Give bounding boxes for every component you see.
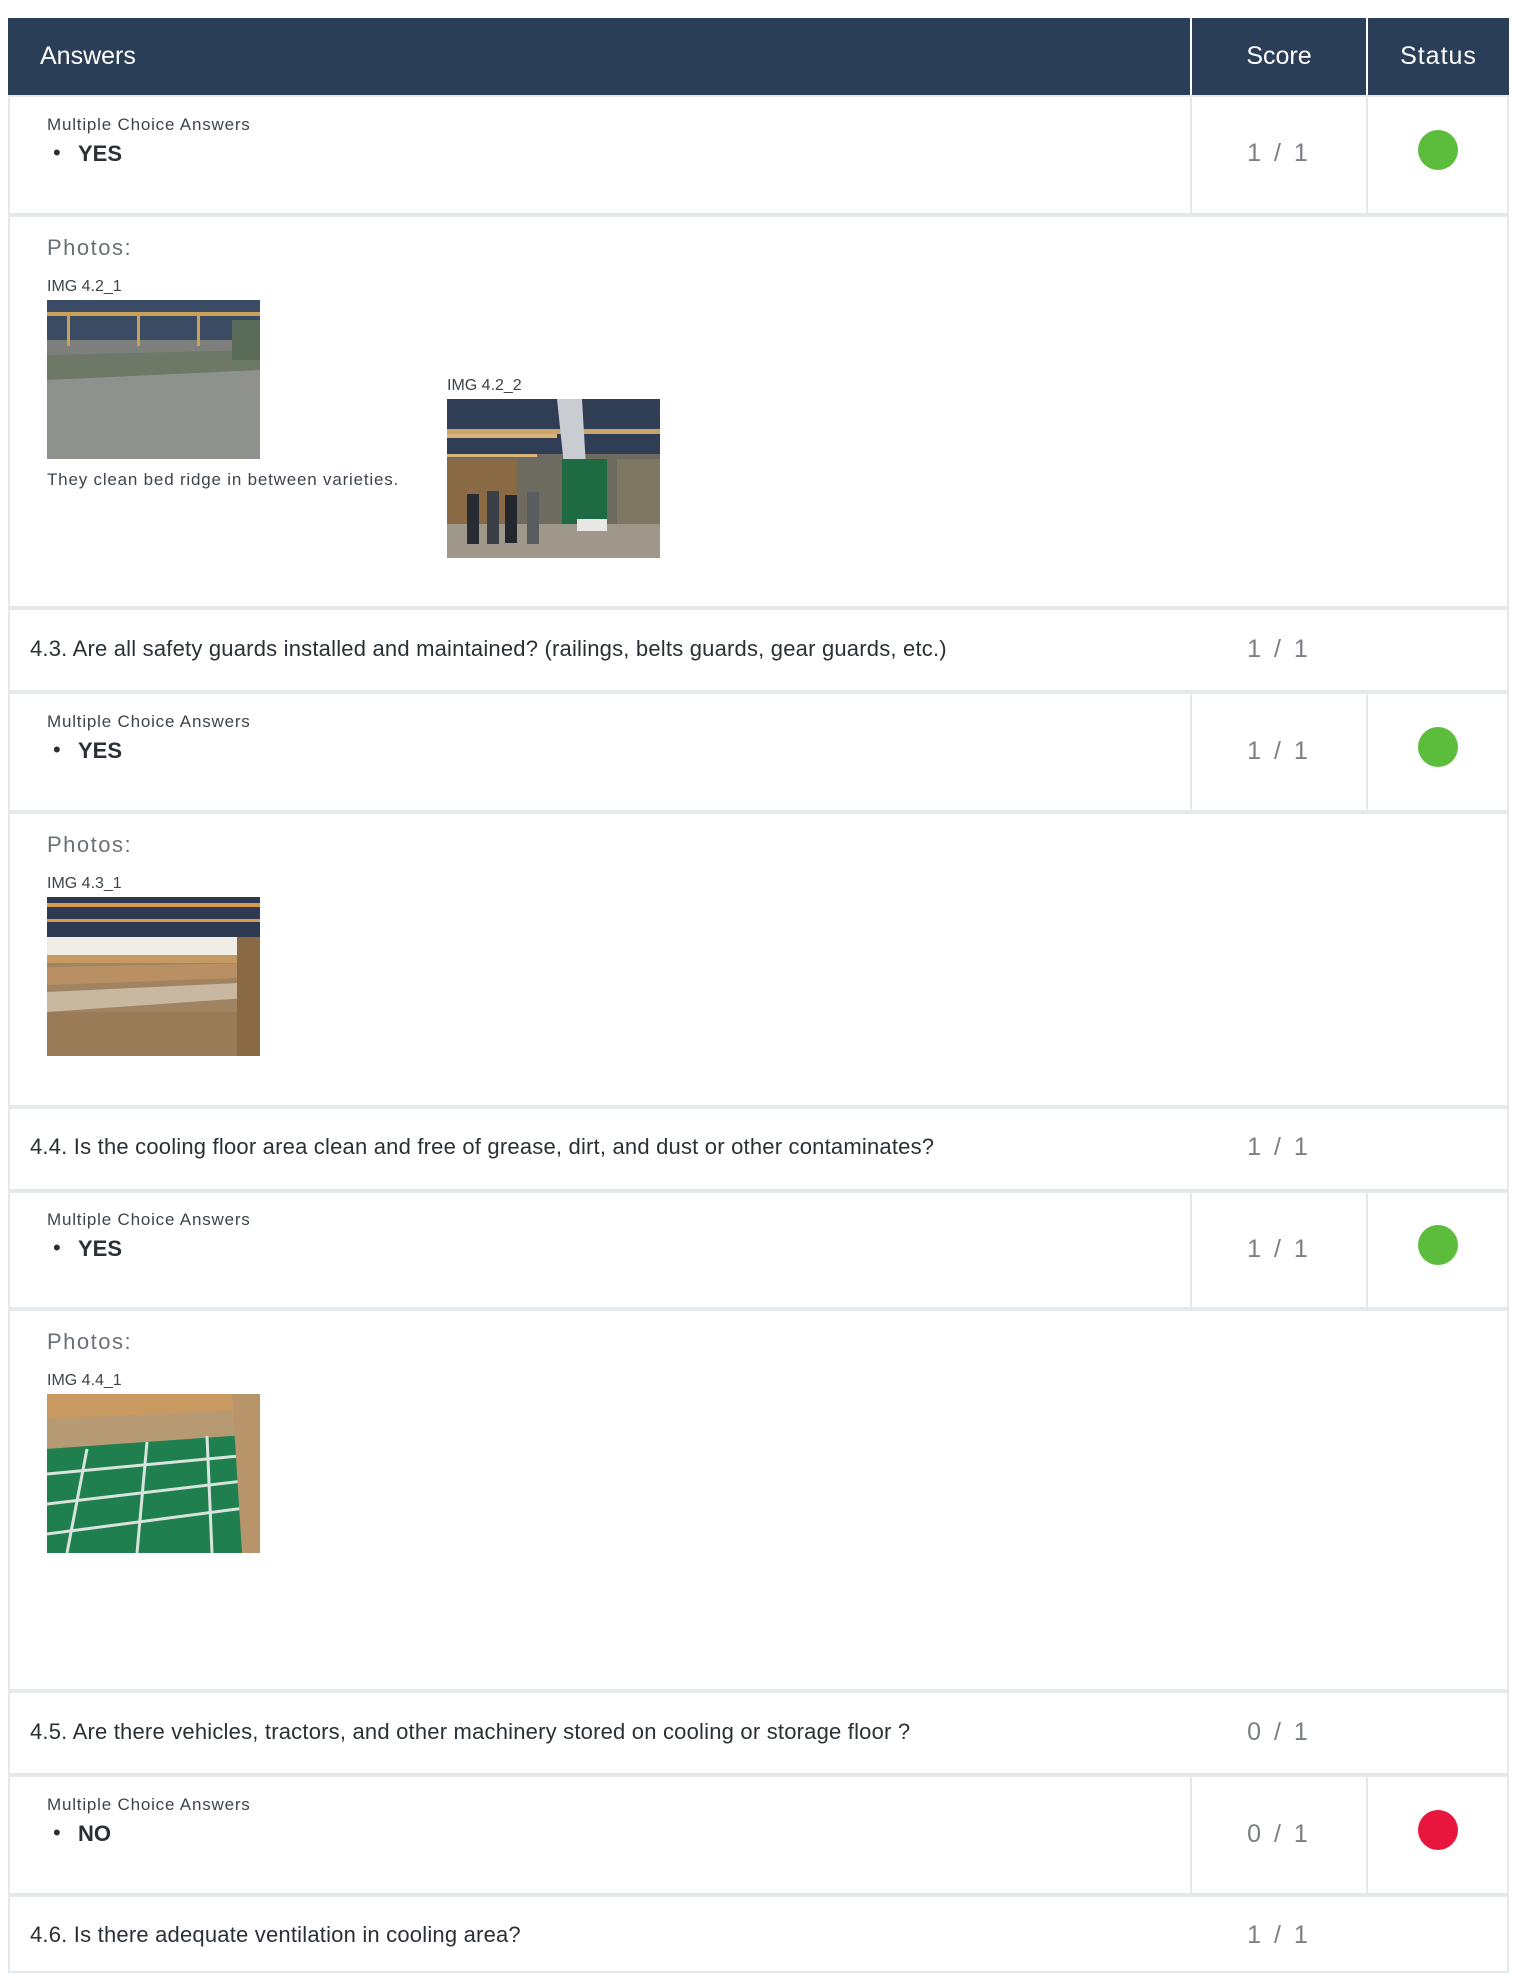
- column-divider: [1366, 692, 1368, 812]
- image-label: IMG 4.3_1: [47, 875, 122, 892]
- photo-thumbnail[interactable]: [447, 399, 660, 558]
- answer-score: 1 / 1: [1247, 139, 1311, 167]
- photos-label: Photos:: [47, 832, 133, 857]
- answer-type-label: Multiple Choice Answers: [47, 1795, 251, 1814]
- answer-value: NO: [78, 1821, 111, 1846]
- answer-bullet: •: [53, 1820, 61, 1845]
- answer-value: YES: [78, 738, 123, 763]
- answer-value: YES: [78, 1236, 123, 1261]
- question-text: 4.4. Is the cooling floor area clean and…: [30, 1134, 935, 1159]
- status-column-header: Status: [1400, 42, 1477, 70]
- answer-type-label: Multiple Choice Answers: [47, 115, 251, 134]
- photos-label: Photos:: [47, 235, 133, 260]
- answer-bullet: •: [53, 1235, 61, 1260]
- answer-score: 1 / 1: [1247, 1235, 1311, 1263]
- image-label: IMG 4.2_2: [447, 377, 522, 394]
- answer-value: YES: [78, 141, 123, 166]
- photo-caption: They clean bed ridge in between varietie…: [47, 470, 400, 489]
- photos-label: Photos:: [47, 1329, 133, 1354]
- answer-score: 1 / 1: [1247, 737, 1311, 765]
- column-divider: [1366, 1775, 1368, 1895]
- status-indicator-pass: [1418, 130, 1458, 170]
- answer-bullet: •: [53, 737, 61, 762]
- image-label: IMG 4.2_1: [47, 278, 122, 295]
- photo-thumbnail[interactable]: [47, 1394, 260, 1553]
- status-indicator-fail: [1418, 1810, 1458, 1850]
- status-indicator-pass: [1418, 727, 1458, 767]
- question-text: 4.3. Are all safety guards installed and…: [30, 636, 947, 661]
- photo-thumbnail[interactable]: [47, 897, 260, 1056]
- photo-thumbnail[interactable]: [47, 300, 260, 459]
- answer-bullet: •: [53, 140, 61, 165]
- answer-score: 0 / 1: [1247, 1820, 1311, 1848]
- question-score: 0 / 1: [1247, 1718, 1311, 1746]
- image-label: IMG 4.4_1: [47, 1372, 122, 1389]
- question-text: 4.5. Are there vehicles, tractors, and o…: [30, 1719, 911, 1744]
- answer-type-label: Multiple Choice Answers: [47, 712, 251, 731]
- answers-column-header: Answers: [40, 42, 136, 70]
- column-divider: [1366, 95, 1368, 215]
- answer-type-label: Multiple Choice Answers: [47, 1210, 251, 1229]
- status-indicator-pass: [1418, 1225, 1458, 1265]
- question-score: 1 / 1: [1247, 1133, 1311, 1161]
- question-score: 1 / 1: [1247, 1921, 1311, 1949]
- score-column-header: Score: [1246, 42, 1312, 70]
- question-score: 1 / 1: [1247, 635, 1311, 663]
- question-text: 4.6. Is there adequate ventilation in co…: [30, 1922, 521, 1947]
- column-divider: [1366, 1191, 1368, 1309]
